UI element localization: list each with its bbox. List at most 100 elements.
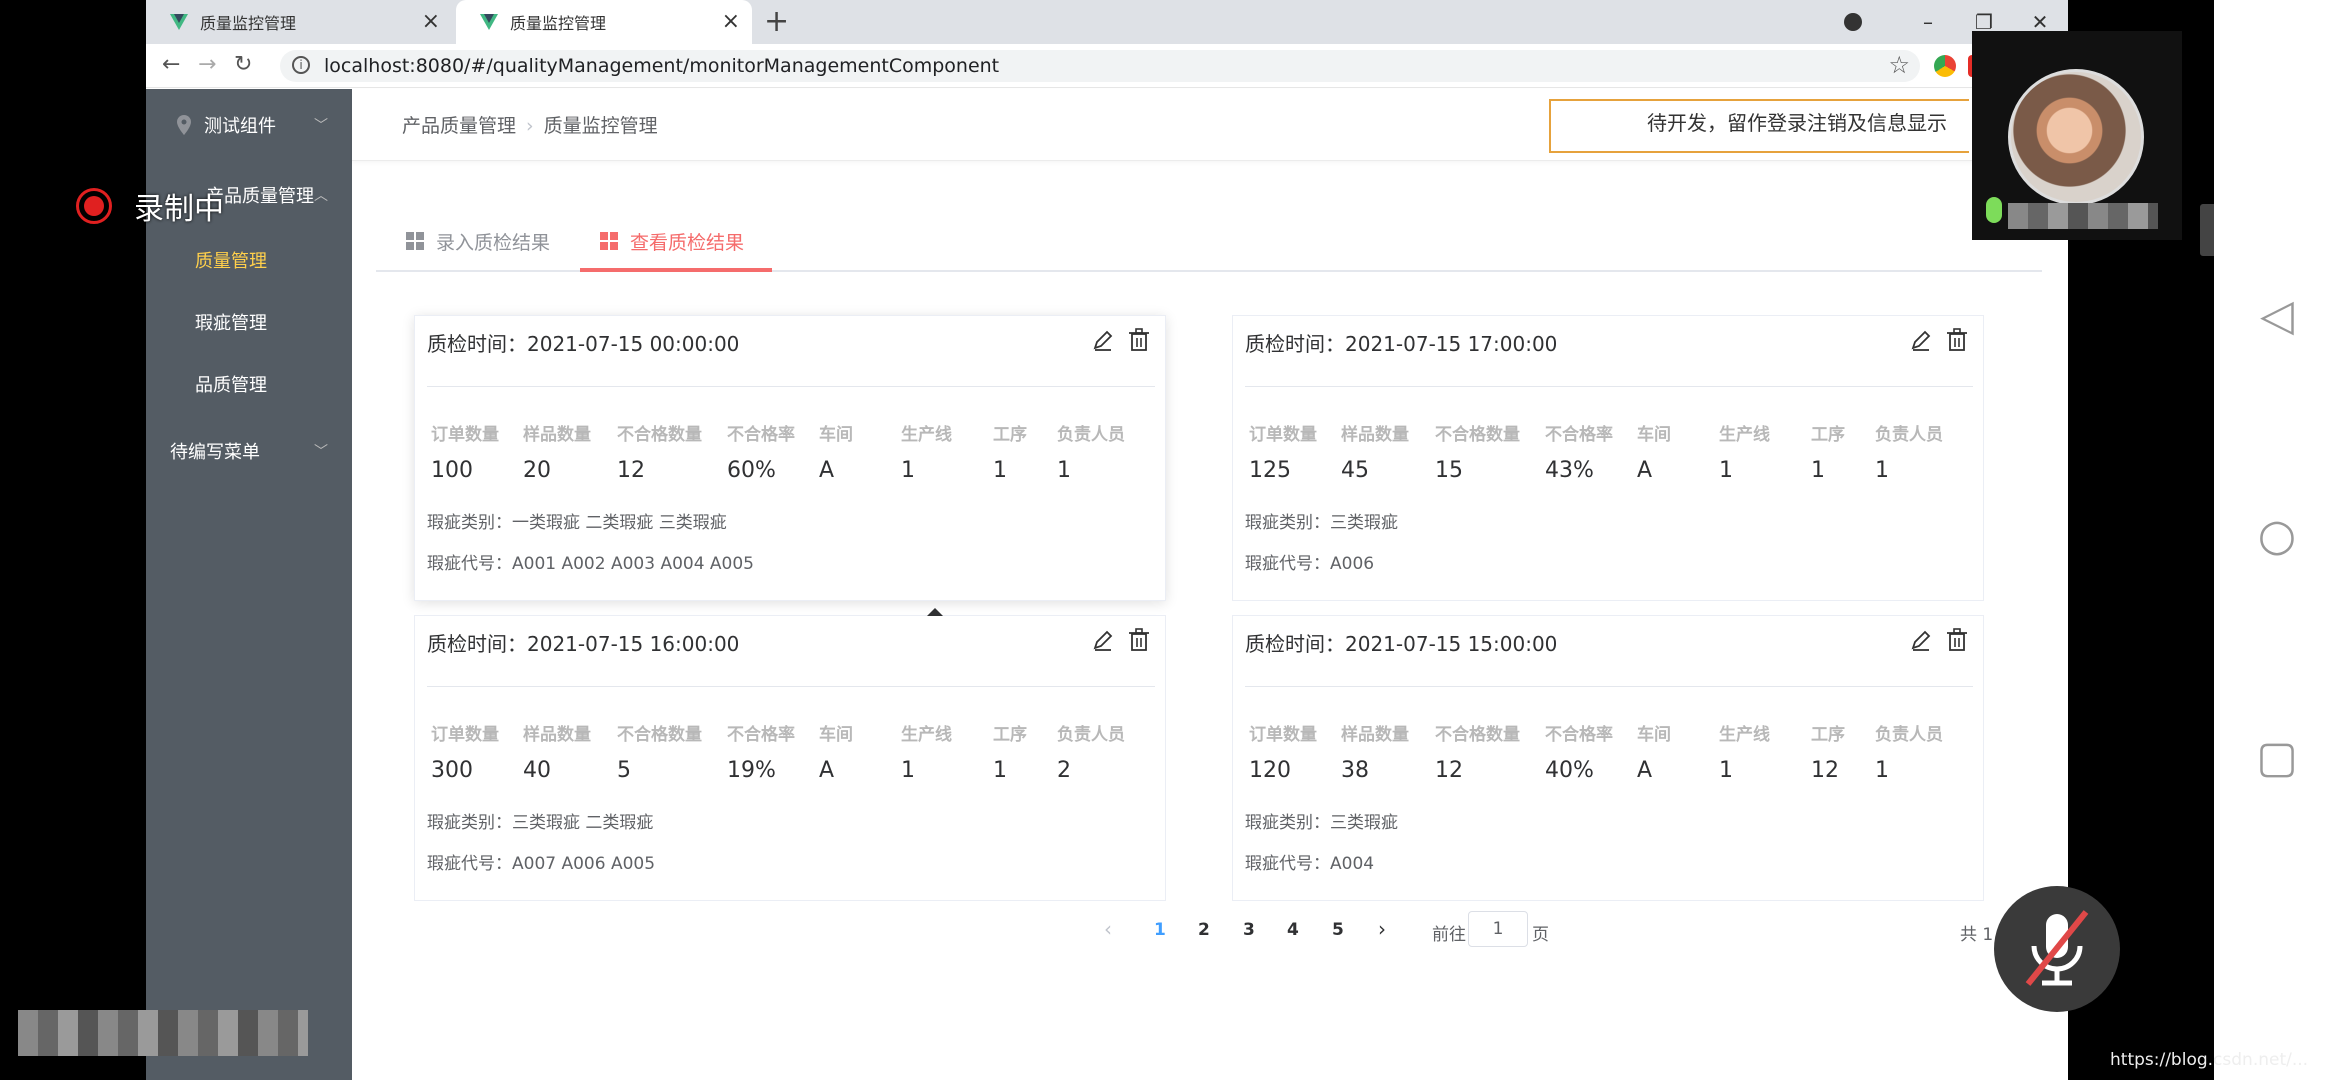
sidebar-item-todo-menu[interactable]: 待编写菜单 ﹀ [146,431,352,471]
address-bar: ← → ↻ i localhost:8080/#/qualityManageme… [146,44,2068,88]
sidebar-subitem-defect[interactable]: 瑕疵管理 [195,309,267,335]
column-header: 订单数量 [431,725,499,745]
column-header: 订单数量 [1249,725,1317,745]
delete-icon[interactable] [1945,328,1969,352]
edit-icon[interactable] [1091,628,1115,652]
new-tab-icon[interactable]: + [764,4,789,39]
result-card: 质检时间：2021-07-15 17:00:00 订单数量 样品数量 不合格数量 不合格… [1232,315,1984,601]
back-triangle-icon[interactable]: ◁ [2214,290,2340,341]
card-title: 质检时间：2021-07-15 15:00:00 [1245,632,1558,656]
column-value: 1 [993,758,1007,783]
column-header: 负责人员 [1057,425,1125,445]
card-title: 质检时间：2021-07-15 17:00:00 [1245,332,1558,356]
site-info-icon[interactable]: i [292,56,310,74]
page-number-5[interactable]: 5 [1332,920,1344,940]
url-field[interactable]: i localhost:8080/#/qualityManagement/mon… [280,50,1920,82]
result-card: 质检时间：2021-07-15 00:00:00 订单数量 样品数量 不合格数量 不合格… [414,315,1166,601]
grid-icon [406,232,424,250]
recents-square-icon[interactable]: ▢ [2214,732,2340,783]
delete-icon[interactable] [1945,628,1969,652]
back-icon[interactable]: ← [162,52,180,77]
microphone-off-icon [2025,910,2089,986]
browser-tab-active[interactable]: 质量监控管理 × [456,0,752,44]
divider [427,686,1155,687]
bookmark-star-icon[interactable]: ☆ [1888,51,1910,79]
defect-codes: 瑕疵代号：A006 [1245,554,1375,574]
column-header: 订单数量 [1249,425,1317,445]
watermark: https://blog.csdn.net/... [2110,1050,2309,1070]
recording-indicator: 录制中 [76,184,224,228]
browser-window: 质量监控管理 × 质量监控管理 × + – ❐ ✕ ← → ↻ i localh… [146,0,2068,1080]
result-card: 质检时间：2021-07-15 16:00:00 订单数量 样品数量 不合格数量 不合格… [414,615,1166,901]
breadcrumb-current: 质量监控管理 [543,115,658,137]
page-number-1[interactable]: 1 [1154,920,1166,940]
column-value: 125 [1249,458,1291,483]
sidebar-subitem-grade[interactable]: 品质管理 [195,371,267,397]
column-value: 1 [1811,458,1825,483]
close-tab-icon[interactable]: × [722,9,740,34]
page-number-4[interactable]: 4 [1287,920,1299,940]
column-value: 12 [1435,758,1463,783]
column-value: 1 [901,458,915,483]
defect-codes: 瑕疵代号：A007 A006 A005 [427,854,656,874]
edit-icon[interactable] [1909,328,1933,352]
sidebar-subitem-quality[interactable]: 质量管理 [195,247,267,273]
tab-view-results[interactable]: 查看质检结果 [600,210,744,272]
reload-icon[interactable]: ↻ [234,52,252,77]
extension-chrome-icon[interactable] [1934,55,1956,77]
delete-icon[interactable] [1127,328,1151,352]
page-number-3[interactable]: 3 [1243,920,1255,940]
close-tab-icon[interactable]: × [422,9,440,34]
column-value: 1 [1719,458,1733,483]
forward-icon[interactable]: → [198,52,216,77]
sidebar-item-label: 待编写菜单 [170,442,260,463]
defect-codes: 瑕疵代号：A001 A002 A003 A004 A005 [427,554,755,574]
microphone-icon [1986,197,2002,223]
video-call-window[interactable] [1972,31,2182,240]
column-value: 40 [523,758,551,783]
avatar [2008,69,2144,205]
goto-page-input[interactable]: 1 [1468,911,1528,947]
tab-search-icon[interactable] [1844,13,1862,31]
column-value: 5 [617,758,631,783]
minimize-icon[interactable]: – [1900,10,1956,34]
sidebar-item-test-component[interactable]: 测试组件 ﹀ [146,105,352,145]
browser-tab[interactable]: 质量监控管理 × [146,0,452,44]
defect-types: 瑕疵类别：三类瑕疵 [1245,813,1398,833]
chevron-down-icon: ﹀ [314,118,328,134]
column-header: 样品数量 [523,725,591,745]
blurred-status [18,1010,308,1056]
column-header: 生产线 [901,725,952,745]
next-page-icon[interactable]: › [1378,917,1386,941]
prev-page-icon[interactable]: ‹ [1104,917,1112,941]
page-number-2[interactable]: 2 [1198,920,1210,940]
column-value: 300 [431,758,473,783]
column-value: 60% [727,458,776,483]
column-value: 1 [1875,458,1889,483]
url-text: localhost:8080/#/qualityManagement/monit… [324,55,1000,77]
tab-label: 录入质检结果 [436,231,551,254]
edit-icon[interactable] [1909,628,1933,652]
breadcrumb-item[interactable]: 产品质量管理 [402,115,516,137]
vue-logo-icon [480,14,498,30]
mute-microphone-button[interactable] [1994,886,2120,1012]
defect-codes: 瑕疵代号：A004 [1245,854,1375,874]
edit-icon[interactable] [1091,328,1115,352]
location-pin-icon [177,115,191,135]
page-suffix-label: 页 [1532,925,1549,945]
home-circle-icon[interactable]: ○ [2214,510,2340,561]
tab-enter-results[interactable]: 录入质检结果 [406,210,550,272]
column-value: 19% [727,758,776,783]
column-header: 车间 [1637,425,1671,445]
column-header: 不合格数量 [617,725,702,745]
delete-icon[interactable] [1127,628,1151,652]
column-value: 2 [1057,758,1071,783]
browser-tab-title: 质量监控管理 [200,14,297,33]
result-tabs: 录入质检结果 查看质检结果 [376,210,2042,272]
column-value: 100 [431,458,473,483]
column-header: 车间 [819,725,853,745]
user-info-placeholder: 待开发，留作登录注销及信息显示 [1549,99,1969,153]
divider [427,386,1155,387]
defect-types: 瑕疵类别：一类瑕疵 二类瑕疵 三类瑕疵 [427,513,727,533]
column-value: 45 [1341,458,1369,483]
